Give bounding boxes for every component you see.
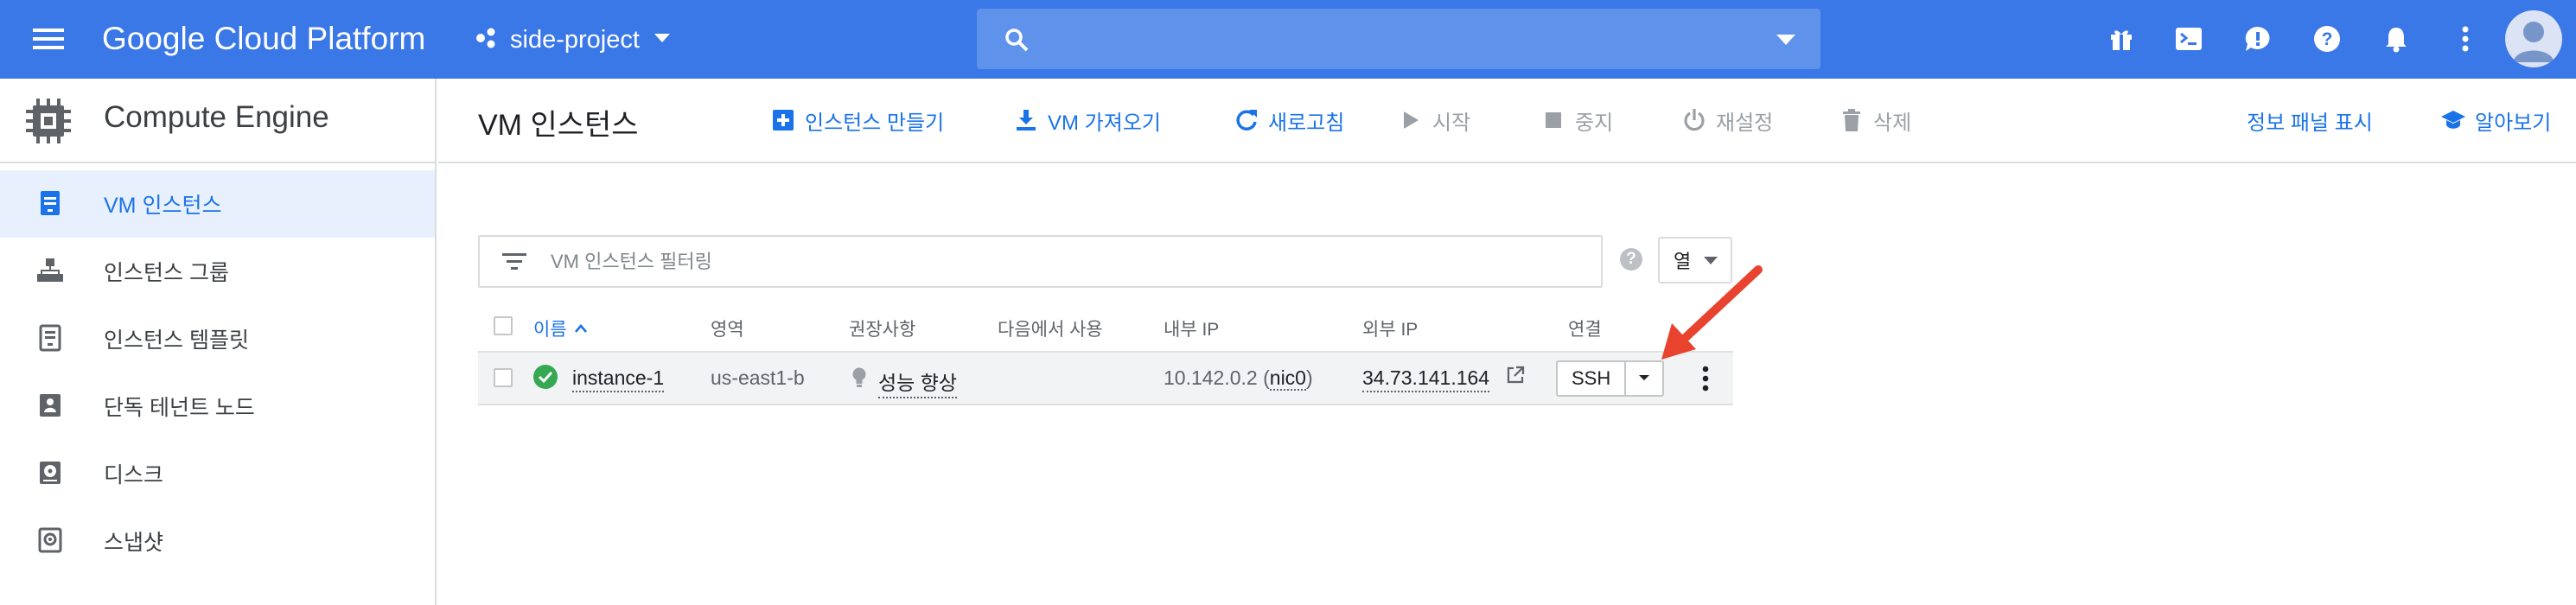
filter-input[interactable] bbox=[551, 245, 1545, 278]
play-icon bbox=[1398, 107, 1424, 133]
learn-button[interactable]: 알아보기 bbox=[2440, 103, 2551, 137]
project-name: side-project bbox=[510, 25, 640, 54]
sidebar-title: Compute Engine bbox=[104, 100, 329, 134]
help-circle-icon[interactable]: ? bbox=[1620, 248, 1642, 271]
reset-button[interactable]: 재설정 bbox=[1681, 103, 1773, 137]
sidebar-item-snapshots[interactable]: 스냅샷 bbox=[0, 507, 435, 575]
delete-label: 삭제 bbox=[1873, 111, 1912, 135]
instance-name-link[interactable]: instance-1 bbox=[572, 366, 665, 392]
row-checkbox[interactable] bbox=[494, 368, 513, 387]
column-header-internal-ip[interactable]: 내부 IP bbox=[1164, 315, 1219, 341]
show-info-panel-label: 정보 패널 표시 bbox=[2247, 111, 2373, 135]
top-bar: Google Cloud Platform side-project ? bbox=[0, 0, 2576, 79]
select-all-checkbox[interactable] bbox=[494, 316, 513, 335]
search-icon bbox=[1004, 28, 1029, 56]
sidebar-item-label: 디스크 bbox=[104, 463, 164, 487]
table-row bbox=[478, 351, 1733, 405]
search-bar[interactable] bbox=[977, 9, 1820, 69]
lightbulb-icon bbox=[851, 366, 867, 393]
check-circle-icon bbox=[533, 365, 558, 389]
help-icon[interactable]: ? bbox=[2310, 22, 2344, 56]
reset-label: 재설정 bbox=[1716, 111, 1774, 135]
page-header: VM 인스턴스 인스턴스 만들기 VM 가져오기 새로고침 시작 중지 재설정 … bbox=[438, 79, 2576, 163]
filter-bar[interactable] bbox=[478, 235, 1603, 288]
start-label: 시작 bbox=[1432, 111, 1471, 135]
sidebar-item-label: 인스턴스 템플릿 bbox=[104, 328, 249, 353]
show-info-panel-button[interactable]: 정보 패널 표시 bbox=[2247, 103, 2373, 137]
refresh-icon bbox=[1234, 107, 1259, 133]
sidebar-item-disks[interactable]: 디스크 bbox=[0, 440, 435, 507]
sidebar: Compute Engine VM 인스턴스 인스턴스 그룹 인스턴스 템플릿 … bbox=[0, 79, 437, 605]
more-vert-icon[interactable] bbox=[2448, 22, 2483, 56]
project-icon bbox=[474, 26, 498, 54]
column-header-zone[interactable]: 영역 bbox=[711, 315, 744, 341]
column-header-recommendation[interactable]: 권장사항 bbox=[849, 315, 915, 341]
sort-ascending-icon bbox=[574, 318, 588, 339]
power-icon bbox=[1681, 107, 1707, 133]
vm-instance-icon bbox=[36, 189, 64, 217]
create-instance-label: 인스턴스 만들기 bbox=[805, 111, 945, 135]
sidebar-item-instance-templates[interactable]: 인스턴스 템플릿 bbox=[0, 305, 435, 373]
create-instance-button[interactable]: 인스턴스 만들기 bbox=[770, 103, 944, 137]
disk-icon bbox=[36, 459, 64, 487]
nic-link[interactable]: nic0 bbox=[1269, 366, 1306, 391]
learn-label: 알아보기 bbox=[2475, 111, 2552, 135]
instance-group-icon bbox=[36, 257, 64, 284]
download-icon bbox=[1013, 107, 1039, 133]
sidebar-item-label: 단독 테넌트 노드 bbox=[104, 396, 255, 420]
column-header-name[interactable]: 이름 bbox=[533, 315, 588, 341]
snapshot-icon bbox=[36, 526, 64, 554]
chevron-down-icon bbox=[652, 28, 673, 53]
sidebar-header: Compute Engine bbox=[0, 79, 435, 163]
column-header-external-ip[interactable]: 외부 IP bbox=[1362, 315, 1418, 341]
caret-down-icon bbox=[1638, 371, 1650, 386]
column-header-in-use-by[interactable]: 다음에서 사용 bbox=[998, 315, 1103, 341]
sole-tenant-icon bbox=[36, 392, 64, 419]
column-header-label: 이름 bbox=[533, 320, 567, 340]
project-selector[interactable]: side-project bbox=[474, 19, 673, 60]
account-icon[interactable] bbox=[2505, 10, 2562, 67]
filter-list-icon bbox=[501, 251, 528, 277]
sidebar-item-label: 스냅샷 bbox=[104, 531, 164, 555]
sidebar-item-vm-instances[interactable]: VM 인스턴스 bbox=[0, 170, 435, 238]
search-dropdown-icon[interactable] bbox=[1776, 33, 1796, 51]
instance-zone: us-east1-b bbox=[711, 366, 805, 389]
column-header-connect: 연결 bbox=[1568, 320, 1602, 340]
search-input[interactable] bbox=[1046, 19, 1738, 59]
trash-icon bbox=[1839, 107, 1865, 133]
gift-icon[interactable] bbox=[2104, 22, 2139, 56]
refresh-button[interactable]: 새로고침 bbox=[1234, 103, 1344, 137]
delete-button[interactable]: 삭제 bbox=[1839, 103, 1911, 137]
product-title[interactable]: Google Cloud Platform bbox=[102, 17, 425, 60]
row-more-actions-icon[interactable] bbox=[1693, 363, 1718, 394]
compute-engine-icon bbox=[22, 96, 74, 150]
open-in-new-icon[interactable] bbox=[1506, 366, 1525, 389]
stop-icon bbox=[1540, 107, 1566, 133]
refresh-label: 새로고침 bbox=[1268, 111, 1345, 135]
annotation-arrow bbox=[1642, 259, 1772, 367]
start-button[interactable]: 시작 bbox=[1398, 103, 1470, 137]
school-icon bbox=[2440, 107, 2466, 133]
internal-ip-value: 10.142.0.2 bbox=[1164, 366, 1258, 389]
sidebar-item-label: 인스턴스 그룹 bbox=[104, 261, 229, 285]
stop-button[interactable]: 중지 bbox=[1540, 103, 1613, 137]
ssh-button[interactable]: SSH bbox=[1556, 360, 1627, 397]
import-vm-button[interactable]: VM 가져오기 bbox=[1013, 103, 1161, 137]
sidebar-item-instance-groups[interactable]: 인스턴스 그룹 bbox=[0, 238, 435, 305]
external-ip-link[interactable]: 34.73.141.164 bbox=[1362, 366, 1490, 392]
sidebar-item-label: VM 인스턴스 bbox=[104, 194, 222, 218]
feedback-icon[interactable] bbox=[2241, 22, 2275, 56]
import-vm-label: VM 가져오기 bbox=[1048, 111, 1161, 135]
svg-text:?: ? bbox=[2322, 29, 2333, 49]
notifications-icon[interactable] bbox=[2379, 22, 2413, 56]
menu-icon[interactable] bbox=[31, 22, 66, 56]
add-box-icon bbox=[770, 107, 796, 133]
instance-template-icon bbox=[36, 324, 64, 352]
sidebar-item-sole-tenant-nodes[interactable]: 단독 테넌트 노드 bbox=[0, 373, 435, 440]
internal-ip: 10.142.0.2 (nic0) bbox=[1164, 366, 1313, 391]
stop-label: 중지 bbox=[1575, 111, 1614, 135]
page-title: VM 인스턴스 bbox=[478, 109, 639, 142]
cloud-shell-icon[interactable] bbox=[2171, 22, 2206, 56]
recommendation-link[interactable]: 성능 향상 bbox=[878, 366, 958, 398]
